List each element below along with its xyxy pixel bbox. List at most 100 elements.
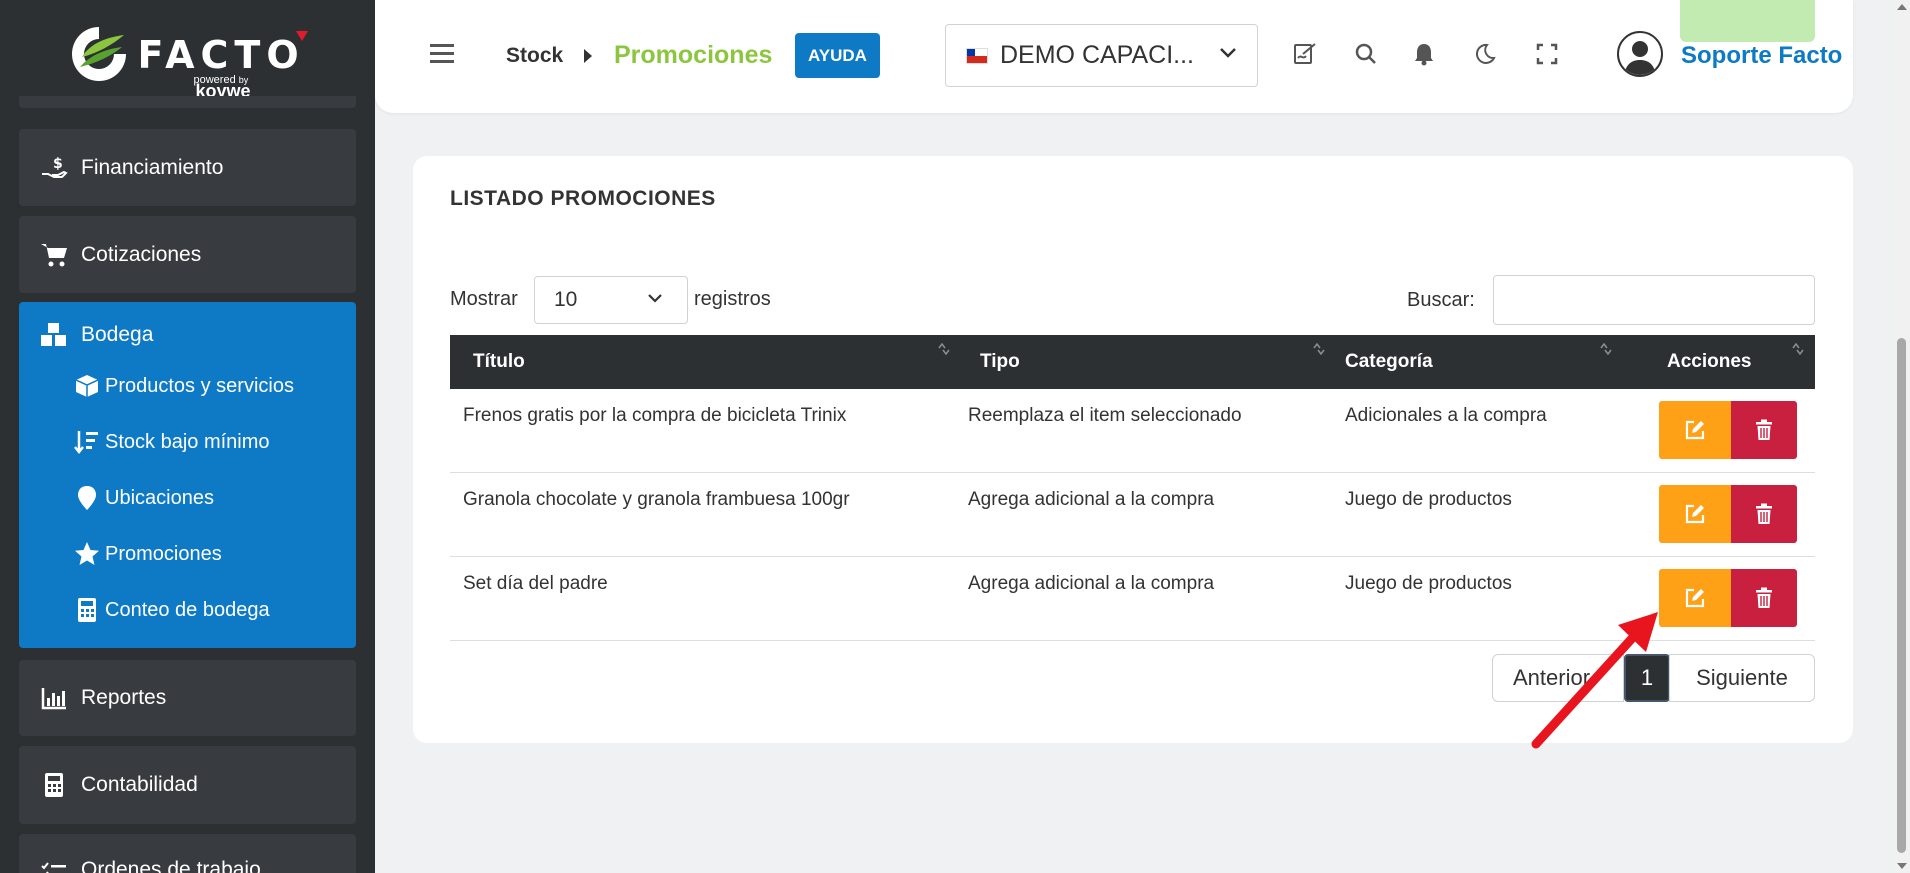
facto-logo[interactable]: FACTO powered by koywe: [68, 13, 308, 100]
column-header-acciones[interactable]: Acciones: [1635, 335, 1815, 389]
sort-icon: [1600, 343, 1612, 355]
header-action-button[interactable]: [1680, 0, 1815, 42]
sidebar-item-label: Contabilidad: [81, 773, 198, 796]
user-name[interactable]: Soporte Facto: [1681, 42, 1842, 70]
sidebar-subitem-label: Ubicaciones: [105, 486, 214, 509]
scrollbar-thumb[interactable]: [1897, 338, 1906, 853]
sidebar-item-hidden[interactable]: [19, 96, 356, 108]
edit-button[interactable]: [1659, 485, 1731, 543]
column-header-titulo[interactable]: Título: [450, 335, 968, 389]
brand-area: FACTO powered by koywe: [0, 0, 375, 108]
edit-button[interactable]: [1659, 401, 1731, 459]
scroll-down-icon[interactable]: [1897, 863, 1907, 869]
calculator-icon: [73, 596, 101, 624]
delete-button[interactable]: [1731, 401, 1797, 459]
edit-button[interactable]: [1659, 569, 1731, 627]
scroll-up-icon[interactable]: [1897, 4, 1907, 10]
sidebar-item-reportes[interactable]: Reportes: [19, 660, 356, 736]
moon-icon[interactable]: [1471, 40, 1499, 68]
star-icon: [73, 540, 101, 568]
sidebar-item-label: Bodega: [81, 323, 154, 346]
delete-button[interactable]: [1731, 485, 1797, 543]
box-icon: [73, 372, 101, 400]
trash-icon: [1756, 587, 1772, 608]
sidebar-subitem-label: Productos y servicios: [105, 374, 294, 397]
help-button[interactable]: AYUDA: [795, 33, 880, 78]
avatar[interactable]: [1617, 31, 1663, 77]
column-header-label: Acciones: [1667, 351, 1752, 372]
brand-name: FACTO: [137, 33, 305, 77]
sidebar-subitem-stock-bajo[interactable]: Stock bajo mínimo: [73, 428, 270, 456]
fullscreen-icon[interactable]: [1533, 40, 1561, 68]
show-label: Mostrar: [450, 288, 518, 310]
delete-button[interactable]: [1731, 569, 1797, 627]
sidebar: FACTO powered by koywe $ Financiamiento …: [0, 0, 375, 873]
sidebar-subitem-productos[interactable]: Productos y servicios: [73, 372, 294, 400]
sidebar-item-financiamiento[interactable]: $ Financiamiento: [19, 129, 356, 206]
sidebar-item-cotizaciones[interactable]: Cotizaciones: [19, 216, 356, 293]
company-selector[interactable]: DEMO CAPACI...: [945, 24, 1258, 87]
company-name: DEMO CAPACI...: [1000, 41, 1195, 69]
cart-icon: [39, 240, 69, 270]
table-row: Frenos gratis por la compra de bicicleta…: [450, 389, 1815, 473]
bell-icon[interactable]: [1410, 40, 1438, 68]
column-header-tipo[interactable]: Tipo: [968, 335, 1345, 389]
map-pin-icon: [73, 484, 101, 512]
sidebar-subitem-conteo[interactable]: Conteo de bodega: [73, 596, 270, 624]
cell-acciones: [1635, 473, 1815, 556]
column-header-label: Tipo: [980, 351, 1020, 372]
page-scrollbar[interactable]: [1893, 0, 1910, 873]
pagination-page-1[interactable]: 1: [1624, 654, 1670, 702]
cell-acciones: [1635, 389, 1815, 472]
page-length-select[interactable]: 10: [534, 276, 688, 324]
sidebar-subitem-label: Stock bajo mínimo: [105, 430, 270, 453]
pagination-next[interactable]: Siguiente: [1669, 654, 1815, 702]
trash-icon: [1756, 503, 1772, 524]
chile-flag-icon: [966, 47, 988, 64]
sort-icon: [1313, 343, 1325, 355]
bar-chart-icon: [39, 683, 69, 713]
sidebar-subitem-promociones[interactable]: Promociones: [73, 540, 222, 568]
sidebar-item-label: Financiamiento: [81, 155, 224, 179]
facto-logo-mark: [71, 27, 126, 81]
sidebar-item-contabilidad[interactable]: Contabilidad: [19, 746, 356, 824]
search-input[interactable]: [1493, 275, 1815, 325]
sidebar-item-ordenes[interactable]: Ordenes de trabajo: [19, 834, 356, 873]
cell-categoria: Juego de productos: [1345, 573, 1512, 594]
sidebar-item-label: Cotizaciones: [81, 242, 202, 266]
table-header: Título Tipo Categoría Acciones: [450, 335, 1815, 389]
cell-acciones: [1635, 557, 1815, 640]
breadcrumb-caret-icon: [584, 49, 592, 63]
table-row: Set día del padre Agrega adicional a la …: [450, 557, 1815, 641]
column-header-label: Categoría: [1345, 351, 1433, 372]
trash-icon: [1756, 419, 1772, 440]
cell-titulo: Granola chocolate y granola frambuesa 10…: [463, 489, 850, 510]
svg-text:$: $: [53, 156, 63, 172]
sidebar-item-bodega[interactable]: Bodega: [39, 320, 153, 350]
sort-icon: [1792, 343, 1804, 355]
search-label: Buscar:: [1407, 289, 1475, 311]
cubes-icon: [39, 320, 69, 350]
sort-icon: [938, 343, 950, 355]
sidebar-group-bodega: Bodega Productos y servicios Stock bajo …: [19, 302, 356, 648]
edit-icon: [1685, 588, 1705, 608]
cell-categoria: Juego de productos: [1345, 489, 1512, 510]
signature-icon[interactable]: [1292, 40, 1320, 68]
cell-categoria: Adicionales a la compra: [1345, 405, 1547, 426]
chevron-down-icon: [648, 294, 662, 303]
column-header-categoria[interactable]: Categoría: [1345, 335, 1635, 389]
chevron-down-icon: [1220, 48, 1236, 58]
search-icon[interactable]: [1352, 40, 1380, 68]
sidebar-subitem-ubicaciones[interactable]: Ubicaciones: [73, 484, 214, 512]
cell-titulo: Frenos gratis por la compra de bicicleta…: [463, 405, 847, 426]
records-label: registros: [694, 288, 771, 310]
breadcrumb-parent[interactable]: Stock: [506, 44, 563, 68]
pagination-previous[interactable]: Anterior: [1492, 654, 1624, 702]
menu-toggle-icon[interactable]: [430, 44, 454, 64]
logo-accent-icon: [295, 31, 308, 41]
page-title: Promociones: [614, 41, 773, 69]
card-title: LISTADO PROMOCIONES: [450, 187, 716, 210]
sort-amount-icon: [73, 428, 101, 456]
table-row: Granola chocolate y granola frambuesa 10…: [450, 473, 1815, 557]
edit-icon: [1685, 420, 1705, 440]
